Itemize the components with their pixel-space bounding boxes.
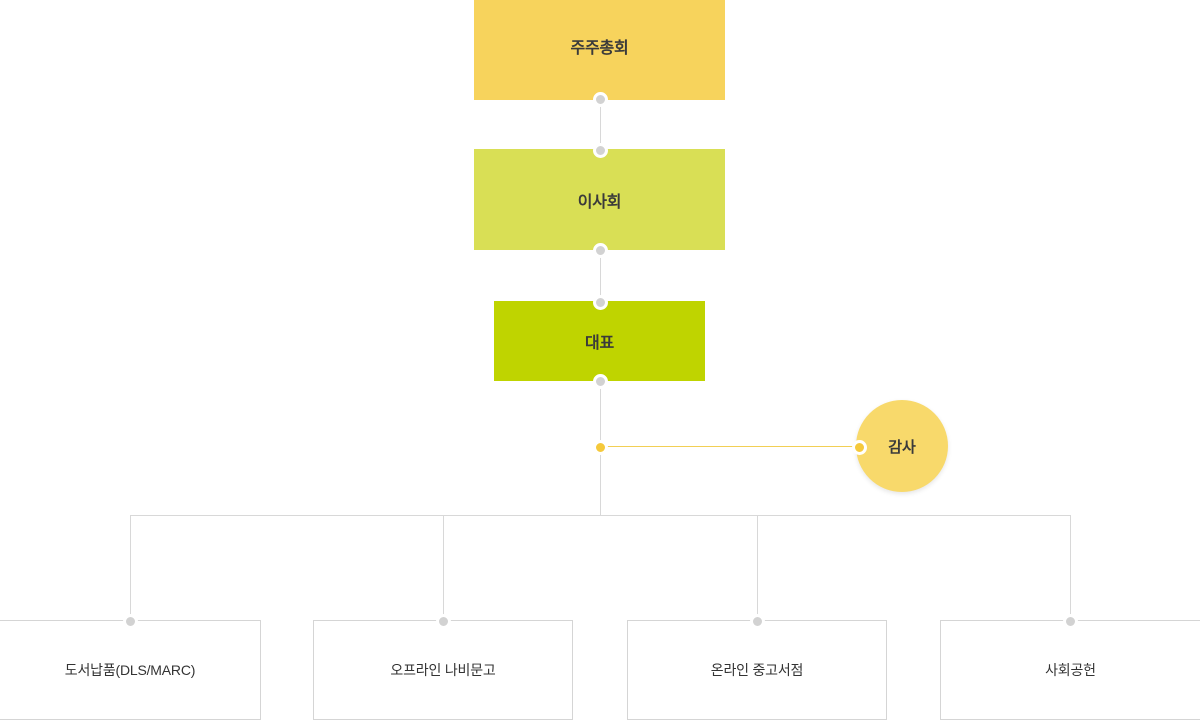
connector-bus-to-leaf-3 xyxy=(1070,515,1071,621)
node-book-supply-label: 도서납품(DLS/MARC) xyxy=(64,662,196,678)
connector-dot-leaf-3 xyxy=(1063,614,1078,629)
node-offline-nabi-bookstore[interactable]: 오프라인 나비문고 xyxy=(313,620,573,720)
node-ceo-label: 대표 xyxy=(584,335,615,352)
node-shareholders-meeting[interactable]: 주주총회 xyxy=(474,0,725,100)
connector-dot-leaf-2 xyxy=(750,614,765,629)
connector-bus-to-leaf-0 xyxy=(130,515,131,621)
node-board-of-directors-label: 이사회 xyxy=(577,193,622,211)
connector-dot-leaf-0 xyxy=(123,614,138,629)
connector-dot-leaf-1 xyxy=(436,614,451,629)
branch-bus-horizontal xyxy=(130,515,1071,516)
connector-bus-to-leaf-1 xyxy=(443,515,444,621)
connector-dot-auditor-branch xyxy=(593,440,608,455)
connector-ceo-to-auditor xyxy=(600,446,859,447)
node-board-of-directors[interactable]: 이사회 xyxy=(474,149,725,250)
connector-dot-shareholders-bottom xyxy=(593,92,608,107)
node-shareholders-meeting-label: 주주총회 xyxy=(570,40,629,57)
node-book-supply[interactable]: 도서납품(DLS/MARC) xyxy=(0,620,261,720)
node-ceo[interactable]: 대표 xyxy=(494,301,705,381)
connector-dot-ceo-bottom xyxy=(593,374,608,389)
node-auditor[interactable]: 감사 xyxy=(856,400,948,492)
node-social-contribution-label: 사회공헌 xyxy=(1045,662,1096,678)
org-chart: 주주총회 이사회 대표 감사 도서납품(DLS/MARC) 오프라인 나비문고 … xyxy=(0,0,1200,720)
node-offline-nabi-bookstore-label: 오프라인 나비문고 xyxy=(390,662,496,678)
node-online-used-bookstore-label: 온라인 중고서점 xyxy=(710,662,804,678)
connector-dot-board-top xyxy=(593,143,608,158)
node-auditor-label: 감사 xyxy=(888,438,916,456)
node-social-contribution[interactable]: 사회공헌 xyxy=(940,620,1200,720)
connector-dot-board-bottom xyxy=(593,243,608,258)
connector-dot-ceo-top xyxy=(593,295,608,310)
node-online-used-bookstore[interactable]: 온라인 중고서점 xyxy=(627,620,887,720)
connector-dot-auditor-anchor xyxy=(852,440,867,455)
connector-bus-to-leaf-2 xyxy=(757,515,758,621)
